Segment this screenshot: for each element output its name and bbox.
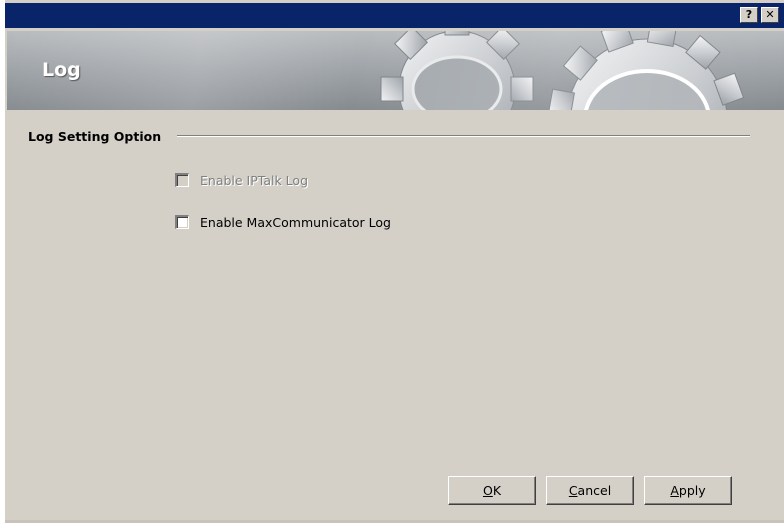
apply-button[interactable]: Apply: [644, 476, 732, 505]
section-label: Log Setting Option: [28, 129, 162, 144]
maxcommunicator-log-label: Enable MaxCommunicator Log: [200, 215, 391, 230]
maxcommunicator-log-checkbox[interactable]: [175, 215, 189, 229]
log-settings-dialog: ? ✕ Log Log Setting Option Enable IPTalk…: [5, 0, 784, 523]
ok-button[interactable]: OK: [448, 476, 536, 505]
page-title: Log: [42, 59, 81, 81]
title-bar[interactable]: ? ✕: [5, 3, 784, 28]
cancel-button[interactable]: Cancel: [546, 476, 634, 505]
section-divider: [177, 135, 750, 137]
iptalk-log-checkbox[interactable]: [175, 173, 189, 187]
iptalk-log-label: Enable IPTalk Log: [200, 173, 309, 188]
help-button[interactable]: ?: [740, 7, 758, 23]
header-banner: Log: [7, 31, 784, 110]
close-button[interactable]: ✕: [761, 7, 779, 23]
